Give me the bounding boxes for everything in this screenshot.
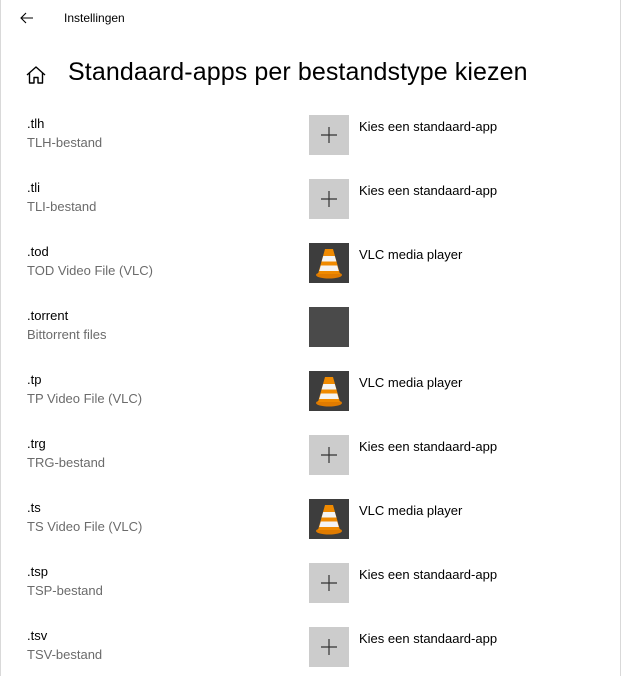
home-icon[interactable] bbox=[25, 64, 47, 86]
list-item: .tsv TSV-bestand Kies een standaard-app bbox=[1, 625, 620, 676]
default-app-label[interactable]: Kies een standaard-app bbox=[359, 631, 497, 646]
choose-default-app-button[interactable] bbox=[309, 563, 349, 603]
list-item: .ts TS Video File (VLC) VLC media player bbox=[1, 497, 620, 561]
file-extension: .tli bbox=[27, 180, 40, 195]
plus-icon bbox=[321, 191, 337, 207]
list-item: .tsp TSP-bestand Kies een standaard-app bbox=[1, 561, 620, 625]
plus-icon bbox=[321, 447, 337, 463]
back-button[interactable] bbox=[11, 4, 43, 32]
default-app-label[interactable]: VLC media player bbox=[359, 247, 462, 262]
page-title: Standaard-apps per bestandstype kiezen bbox=[68, 58, 528, 86]
file-type-description: TSV-bestand bbox=[27, 647, 103, 662]
file-extension: .tsv bbox=[27, 628, 48, 643]
default-app-label[interactable]: VLC media player bbox=[359, 375, 462, 390]
default-app-button[interactable] bbox=[309, 243, 349, 283]
file-extension: .torrent bbox=[27, 308, 69, 323]
list-item: .tli TLI-bestand Kies een standaard-app bbox=[1, 177, 620, 241]
file-extension: .tod bbox=[27, 244, 49, 259]
file-type-description: TRG-bestand bbox=[27, 455, 106, 470]
default-app-label[interactable]: VLC media player bbox=[359, 503, 462, 518]
arrow-left-icon bbox=[20, 12, 33, 24]
file-type-description: TS Video File (VLC) bbox=[27, 519, 143, 534]
vlc-icon bbox=[316, 249, 342, 279]
list-item: .tlh TLH-bestand Kies een standaard-app bbox=[1, 113, 620, 177]
settings-window: Instellingen Standaard-apps per bestands… bbox=[0, 0, 621, 676]
plus-icon bbox=[321, 575, 337, 591]
file-type-description: TSP-bestand bbox=[27, 583, 103, 598]
file-extension: .tp bbox=[27, 372, 42, 387]
file-extension: .trg bbox=[27, 436, 46, 451]
choose-default-app-button[interactable] bbox=[309, 435, 349, 475]
default-app-button[interactable] bbox=[309, 307, 349, 347]
list-item: .trg TRG-bestand Kies een standaard-app bbox=[1, 433, 620, 497]
choose-default-app-button[interactable] bbox=[309, 627, 349, 667]
default-app-button[interactable] bbox=[309, 371, 349, 411]
file-extension: .tsp bbox=[27, 564, 48, 579]
list-item: .tp TP Video File (VLC) VLC media player bbox=[1, 369, 620, 433]
choose-default-app-button[interactable] bbox=[309, 115, 349, 155]
file-extension: .tlh bbox=[27, 116, 45, 131]
file-type-description: TLI-bestand bbox=[27, 199, 97, 214]
title-bar: Instellingen bbox=[1, 0, 620, 36]
list-item: .torrent Bittorrent files bbox=[1, 305, 620, 369]
default-app-label[interactable]: Kies een standaard-app bbox=[359, 119, 497, 134]
plus-icon bbox=[321, 639, 337, 655]
plus-icon bbox=[321, 127, 337, 143]
vlc-icon bbox=[316, 377, 342, 407]
default-app-label[interactable]: Kies een standaard-app bbox=[359, 567, 497, 582]
choose-default-app-button[interactable] bbox=[309, 179, 349, 219]
default-app-label[interactable]: Kies een standaard-app bbox=[359, 439, 497, 454]
file-extension: .ts bbox=[27, 500, 41, 515]
file-type-description: TP Video File (VLC) bbox=[27, 391, 143, 406]
file-type-description: TOD Video File (VLC) bbox=[27, 263, 153, 278]
default-app-label[interactable]: Kies een standaard-app bbox=[359, 183, 497, 198]
file-type-list: .tlh TLH-bestand Kies een standaard-app … bbox=[1, 113, 620, 676]
app-title: Instellingen bbox=[64, 11, 125, 25]
file-type-description: Bittorrent files bbox=[27, 327, 107, 342]
vlc-icon bbox=[316, 505, 342, 535]
list-item: .tod TOD Video File (VLC) VLC media play… bbox=[1, 241, 620, 305]
default-app-button[interactable] bbox=[309, 499, 349, 539]
file-type-description: TLH-bestand bbox=[27, 135, 103, 150]
